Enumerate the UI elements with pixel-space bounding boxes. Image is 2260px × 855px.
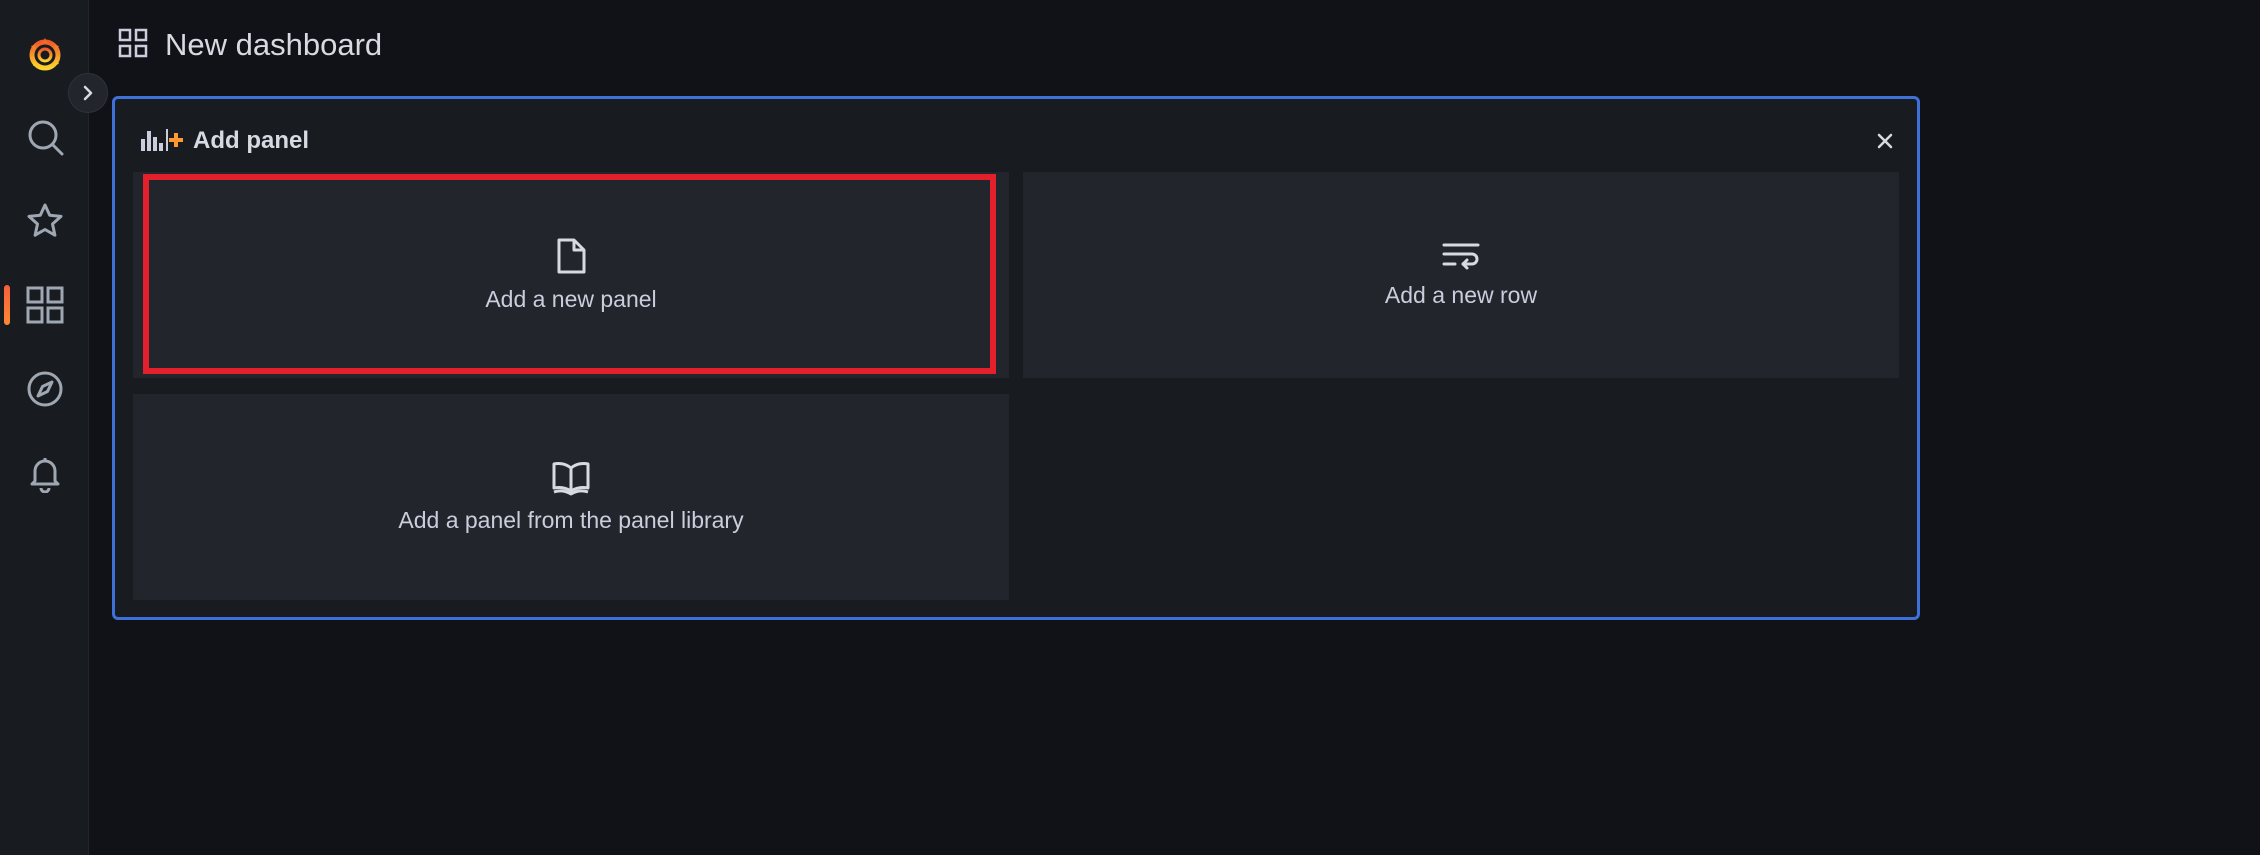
close-button[interactable] bbox=[1869, 125, 1901, 157]
add-panel-widget: Add panel Add a new panel Add a new row bbox=[112, 96, 1920, 620]
expand-sidebar-button[interactable] bbox=[68, 73, 108, 113]
add-panel-title: Add panel bbox=[193, 127, 310, 154]
explore-compass-icon[interactable] bbox=[0, 359, 89, 419]
file-icon bbox=[554, 237, 588, 280]
search-icon[interactable] bbox=[0, 107, 89, 167]
close-icon bbox=[1877, 133, 1893, 149]
add-library-panel-button[interactable]: Add a panel from the panel library bbox=[133, 394, 1009, 600]
add-new-panel-label: Add a new panel bbox=[485, 286, 657, 312]
grafana-logo-icon[interactable] bbox=[0, 24, 89, 84]
add-panel-header: Add panel bbox=[139, 121, 309, 161]
add-new-row-button[interactable]: Add a new row bbox=[1023, 172, 1899, 378]
dashboard-grid-icon bbox=[117, 27, 149, 64]
sidebar bbox=[0, 0, 89, 855]
chevron-right-icon bbox=[83, 85, 93, 101]
add-new-panel-button[interactable]: Add a new panel bbox=[133, 172, 1009, 378]
add-new-row-label: Add a new row bbox=[1384, 282, 1538, 308]
book-open-icon bbox=[551, 460, 591, 501]
add-library-panel-label: Add a panel from the panel library bbox=[398, 507, 744, 533]
alerting-bell-icon[interactable] bbox=[0, 443, 89, 503]
page-title: New dashboard bbox=[165, 27, 383, 62]
dashboards-icon[interactable] bbox=[0, 275, 89, 335]
add-panel-icon bbox=[139, 125, 183, 158]
star-icon[interactable] bbox=[0, 191, 89, 251]
page-header: New dashboard bbox=[117, 24, 382, 66]
row-wrap-icon bbox=[1441, 241, 1481, 276]
